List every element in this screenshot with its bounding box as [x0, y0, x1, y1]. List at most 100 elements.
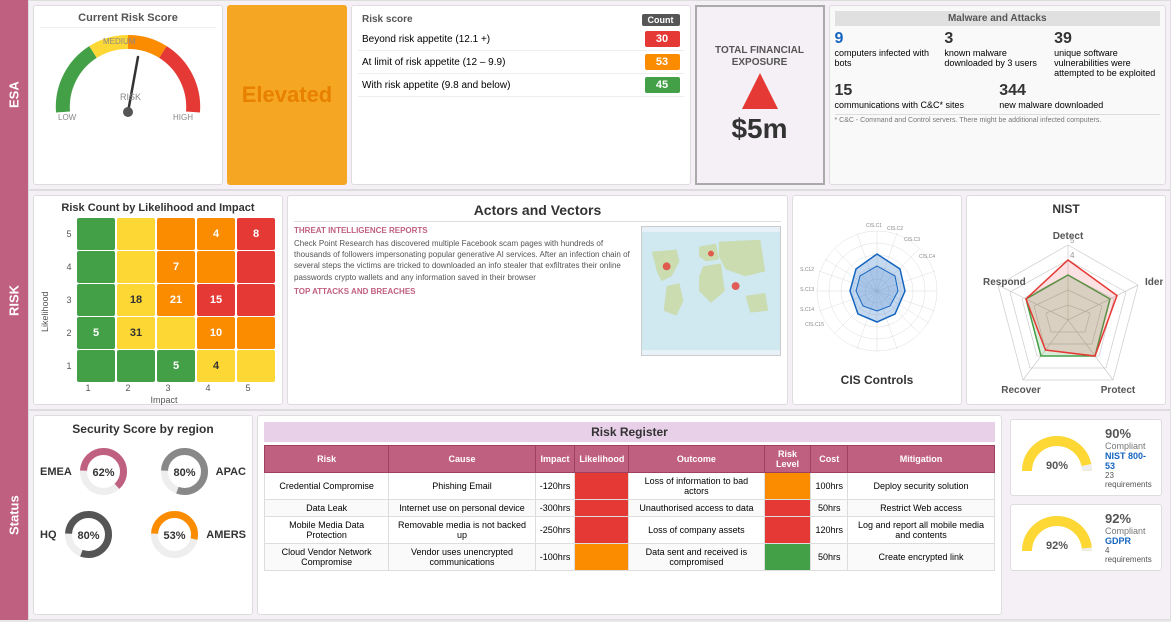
status-row-container: Status Security Score by region EMEA 62% [0, 410, 1171, 620]
svg-text:80%: 80% [77, 530, 99, 542]
nist-sub: 23 requirements [1105, 471, 1155, 489]
svg-text:CIS.C3: CIS.C3 [903, 237, 919, 243]
gauge-svg: LOW MEDIUM HIGH RISK [48, 32, 208, 122]
esa-label: ESA [0, 0, 28, 190]
svg-text:CIS.C14: CIS.C14 [800, 307, 814, 313]
gauge-container: LOW MEDIUM HIGH RISK [48, 32, 208, 117]
elevated-card: Elevated [227, 5, 347, 185]
svg-text:4: 4 [1070, 251, 1075, 260]
r4-mitigation: Create encrypted link [847, 544, 994, 571]
heatmap-row-3: 3 18 21 15 [52, 284, 276, 316]
nist-title: NIST [973, 202, 1159, 216]
register-row-4: Cloud Vendor Network Compromise Vendor u… [265, 544, 995, 571]
r2-risklevel [764, 500, 811, 517]
region-hq: HQ 80% [40, 507, 139, 562]
actors-body: THREAT INTELLIGENCE REPORTS Check Point … [294, 226, 781, 356]
hq-donut: 80% [61, 507, 116, 562]
malware-sub-num-2: 344 [999, 82, 1160, 100]
malware-item-3: 39 unique software vulnerabilities were … [1054, 30, 1160, 78]
world-map-svg [642, 231, 780, 351]
risk-row-3: With risk appetite (9.8 and below) 45 [358, 74, 684, 97]
heatmap-x-labels: 1 2 3 4 5 [52, 383, 276, 393]
register-title: Risk Register [264, 422, 995, 442]
compliance-panel: 90% 90% Compliant NIST 800-53 23 require… [1006, 415, 1166, 615]
gdpr-gauge: 92% [1017, 511, 1097, 564]
nist-compliance: 90% 90% Compliant NIST 800-53 23 require… [1010, 419, 1162, 496]
risk-row-3-value: 45 [645, 77, 680, 93]
r4-risklevel [764, 544, 811, 571]
gdpr-label: GDPR [1105, 536, 1155, 546]
heatmap-title: Risk Count by Likelihood and Impact [40, 202, 276, 214]
heatmap-grid: Likelihood 5 4 8 4 [40, 218, 276, 405]
col-cost: Cost [811, 446, 848, 473]
r2-mitigation: Restrict Web access [847, 500, 994, 517]
world-map [641, 226, 781, 356]
svg-text:CIS.C15: CIS.C15 [805, 322, 824, 328]
amers-donut: 53% [147, 507, 202, 562]
risk-row-2-label: At limit of risk appetite (12 – 9.9) [362, 57, 505, 68]
col-impact: Impact [535, 446, 575, 473]
actors-text: THREAT INTELLIGENCE REPORTS Check Point … [294, 226, 637, 356]
col-mitigation: Mitigation [847, 446, 994, 473]
r1-likelihood [575, 473, 629, 500]
svg-text:Identify: Identify [1145, 277, 1163, 288]
svg-text:Respond: Respond [983, 277, 1026, 288]
malware-sub-num-1: 15 [835, 82, 996, 100]
malware-sub-1: 15 communications with C&C* sites [835, 82, 996, 110]
region-emea: EMEA 62% [40, 444, 139, 499]
malware-card: Malware and Attacks 9 computers infected… [829, 5, 1167, 185]
risk-score-table: Risk score Count Beyond risk appetite (1… [351, 5, 691, 185]
r1-mitigation: Deploy security solution [847, 473, 994, 500]
actors-title: Actors and Vectors [294, 202, 781, 222]
tfe-card: TOTAL FINANCIAL EXPOSURE $5m [695, 5, 825, 185]
emea-donut: 62% [76, 444, 131, 499]
malware-sub-desc-1: communications with C&C* sites [835, 100, 996, 110]
register-table: Risk Cause Impact Likelihood Outcome Ris… [264, 445, 995, 571]
r4-likelihood [575, 544, 629, 571]
r3-cause: Removable media is not backed up [389, 517, 536, 544]
amers-label: AMERS [206, 529, 246, 541]
apac-donut: 80% [157, 444, 212, 499]
heatmap-row-2: 2 5 31 10 [52, 317, 276, 349]
tfe-amount: $5m [731, 113, 787, 145]
gdpr-compliance-row: 92% 92% Compliant GDPR 4 requirements [1017, 511, 1155, 564]
malware-desc-1: computers infected with bots [835, 48, 941, 68]
r1-outcome: Loss of information to bad actors [629, 473, 764, 500]
risk-row-container: RISK Risk Count by Likelihood and Impact… [0, 190, 1171, 410]
count-label: Count [642, 14, 680, 26]
esa-row: ESA Current Risk Score [0, 0, 1171, 190]
r4-cost: 50hrs [811, 544, 848, 571]
svg-text:Recover: Recover [1001, 385, 1041, 396]
r2-risk: Data Leak [265, 500, 389, 517]
nist-compliance-text: 90% Compliant NIST 800-53 23 requirement… [1105, 426, 1155, 489]
nist-gauge: 90% [1017, 431, 1097, 484]
malware-num-3: 39 [1054, 30, 1160, 48]
nist-compliance-row: 90% 90% Compliant NIST 800-53 23 require… [1017, 426, 1155, 489]
r3-likelihood [575, 517, 629, 544]
emea-label: EMEA [40, 466, 72, 478]
r1-risklevel [764, 473, 811, 500]
security-title: Security Score by region [40, 422, 246, 436]
svg-text:MEDIUM: MEDIUM [103, 37, 136, 46]
r3-mitigation: Log and report all mobile media and cont… [847, 517, 994, 544]
status-content: Security Score by region EMEA 62% [28, 410, 1171, 620]
r2-impact: -300hrs [535, 500, 575, 517]
r3-impact: -250hrs [535, 517, 575, 544]
svg-text:RISK: RISK [120, 92, 141, 102]
heatmap-row-5: 5 4 8 [52, 218, 276, 250]
nist-percent: 90% [1105, 426, 1155, 441]
r4-risk: Cloud Vendor Network Compromise [265, 544, 389, 571]
heatmap-row-4: 4 7 [52, 251, 276, 283]
malware-item-2: 3 known malware downloaded by 3 users [944, 30, 1050, 78]
r2-likelihood [575, 500, 629, 517]
malware-note-1: * C&C - Command and Control servers. The… [835, 114, 1161, 124]
r2-cause: Internet use on personal device [389, 500, 536, 517]
malware-sub-2: 344 new malware downloaded [999, 82, 1160, 110]
svg-text:HIGH: HIGH [173, 113, 193, 122]
r4-impact: -100hrs [535, 544, 575, 571]
nist-card: NIST [966, 195, 1166, 405]
current-risk-score-card: Current Risk Score LOW MEDIUM [33, 5, 223, 185]
r1-risk: Credential Compromise [265, 473, 389, 500]
actors-link[interactable]: TOP ATTACKS AND BREACHES [294, 287, 637, 296]
cis-card: CIS.C1 CIS.C2 CIS.C3 CIS.C4 CIS.C12 CIS.… [792, 195, 962, 405]
